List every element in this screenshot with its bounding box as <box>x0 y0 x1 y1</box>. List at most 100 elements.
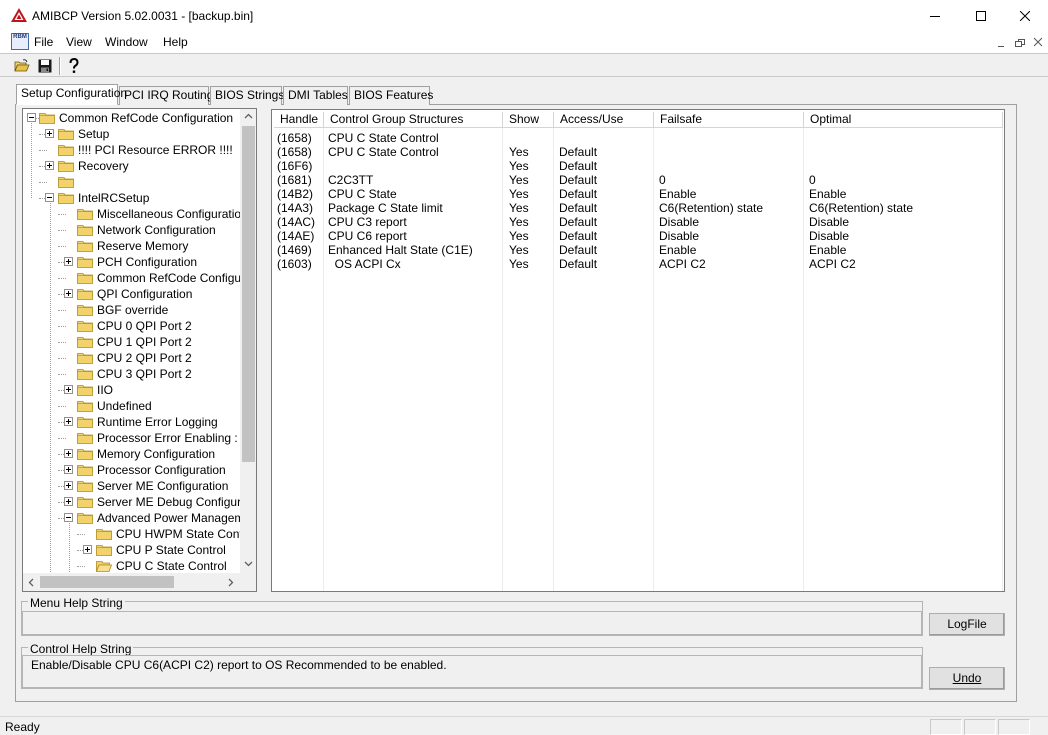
scroll-left-icon[interactable] <box>28 578 34 587</box>
setup-tree-view[interactable]: Common RefCode Configuration Setup !!!! PC… <box>22 108 257 592</box>
status-bar: Ready <box>0 716 1048 735</box>
tree-node[interactable]: Runtime Error Logging <box>23 414 241 430</box>
tree-node[interactable]: Common RefCode Configuration <box>23 110 241 126</box>
table-row[interactable]: (1658) CPU C State Control Yes Default <box>272 145 1004 159</box>
tree-node[interactable]: Setup <box>23 126 241 142</box>
tree-vertical-scroll-thumb[interactable] <box>242 126 255 462</box>
control-group-grid[interactable]: Handle Control Group Structures Show Access… <box>271 109 1005 592</box>
tree-node[interactable]: CPU 1 QPI Port 2 <box>23 334 241 350</box>
table-row[interactable]: (1603) OS ACPI Cx Yes Default ACPI C2 ACPI C… <box>272 257 1004 271</box>
tree-node[interactable]: Processor Error Enabling : <box>23 430 241 446</box>
tree-horizontal-scrollbar[interactable] <box>23 573 241 591</box>
tree-node[interactable]: Undefined <box>23 398 241 414</box>
tree-node[interactable]: Reserve Memory <box>23 238 241 254</box>
expand-icon[interactable] <box>64 481 73 490</box>
undo-button[interactable]: Undo <box>929 667 1005 690</box>
tree-node[interactable]: BGF override <box>23 302 241 318</box>
column-header-optimal[interactable]: Optimal <box>804 112 1003 128</box>
close-button[interactable] <box>1002 0 1048 31</box>
expand-icon[interactable] <box>64 385 73 394</box>
tree-node[interactable]: IntelRCSetup <box>23 190 241 206</box>
scroll-up-icon[interactable] <box>244 113 253 119</box>
expand-icon[interactable] <box>45 161 54 170</box>
tree-node[interactable]: CPU P State Control <box>23 542 241 558</box>
mdi-restore-icon[interactable] <box>1014 37 1026 49</box>
tree-horizontal-scroll-thumb[interactable] <box>40 576 174 588</box>
maximize-button[interactable] <box>958 0 1004 31</box>
menu-window[interactable]: Window <box>105 35 148 49</box>
column-header-show[interactable]: Show <box>503 112 554 128</box>
tree-node-label: Server ME Configuration <box>97 479 229 493</box>
table-row[interactable]: (14AE) CPU C6 report Yes Default Disable Disa… <box>272 229 1004 243</box>
logfile-button[interactable]: LogFile <box>929 613 1005 636</box>
tree-node[interactable]: Processor Configuration <box>23 462 241 478</box>
column-header-access-use[interactable]: Access/Use <box>554 112 654 128</box>
tree-node[interactable]: Miscellaneous Configuration <box>23 206 241 222</box>
open-button[interactable] <box>12 56 32 76</box>
tab-pci-irq-routing[interactable]: PCI IRQ Routing <box>119 86 213 105</box>
tree-node[interactable]: IIO <box>23 382 241 398</box>
expand-icon[interactable] <box>64 465 73 474</box>
tree-node[interactable]: CPU 3 QPI Port 2 <box>23 366 241 382</box>
document-icon[interactable]: RBM <box>11 33 29 50</box>
tree-node-label: Processor Configuration <box>97 463 226 477</box>
table-row[interactable]: (1469) Enhanced Halt State (C1E) Yes Defaul… <box>272 243 1004 257</box>
expand-icon[interactable] <box>64 289 73 298</box>
cell-access-use: Default <box>559 215 598 229</box>
table-row[interactable]: (1658) CPU C State Control <box>272 131 1004 145</box>
tree-node[interactable]: Memory Configuration <box>23 446 241 462</box>
table-row[interactable]: (14A3) Package C State limit Yes Default C6(… <box>272 201 1004 215</box>
open-folder-icon <box>14 59 30 72</box>
folder-icon <box>96 529 112 540</box>
expand-icon[interactable] <box>64 417 73 426</box>
tree-node[interactable]: CPU 2 QPI Port 2 <box>23 350 241 366</box>
tree-node[interactable]: CPU 0 QPI Port 2 <box>23 318 241 334</box>
collapse-icon[interactable] <box>45 193 54 202</box>
tab-bios-strings[interactable]: BIOS Strings <box>210 86 284 105</box>
tree-node[interactable]: !!!! PCI Resource ERROR !!!! <box>23 142 241 158</box>
save-button[interactable] <box>35 56 55 76</box>
minimize-button[interactable] <box>912 0 958 31</box>
tree-node[interactable]: Network Configuration <box>23 222 241 238</box>
tree-node[interactable]: Advanced Power Manageme <box>23 510 241 526</box>
table-row[interactable]: (1681) C2C3TT Yes Default 0 0 <box>272 173 1004 187</box>
table-row[interactable]: (16F6) Yes Default <box>272 159 1004 173</box>
scroll-right-icon[interactable] <box>228 578 234 587</box>
amibcp-app-icon[interactable] <box>11 8 27 22</box>
menu-view[interactable]: View <box>66 35 92 49</box>
expand-icon[interactable] <box>64 497 73 506</box>
tree-vertical-scrollbar[interactable] <box>240 109 256 573</box>
folder-icon <box>58 129 74 140</box>
expand-icon[interactable] <box>45 129 54 138</box>
menu-help[interactable]: Help <box>163 35 188 49</box>
tree-node[interactable]: Recovery <box>23 158 241 174</box>
tree-node[interactable]: PCH Configuration <box>23 254 241 270</box>
expand-icon[interactable] <box>64 449 73 458</box>
tab-dmi-tables[interactable]: DMI Tables <box>283 86 348 105</box>
tree-node[interactable]: Server ME Debug Configurati <box>23 494 241 510</box>
tree-node[interactable]: QPI Configuration <box>23 286 241 302</box>
tree-node[interactable]: CPU HWPM State Contro <box>23 526 241 542</box>
tree-node[interactable]: Server ME Configuration <box>23 478 241 494</box>
control-help-text: Enable/Disable CPU C6(ACPI C2) report to… <box>22 655 922 688</box>
tree-node[interactable]: Common RefCode Configurati <box>23 270 241 286</box>
menu-file[interactable]: File <box>34 35 53 49</box>
collapse-icon[interactable] <box>64 513 73 522</box>
scroll-down-icon[interactable] <box>244 561 253 567</box>
table-row[interactable]: (14B2) CPU C State Yes Default Enable Enable <box>272 187 1004 201</box>
tree-node[interactable]: CPU C State Control <box>23 558 241 573</box>
tree-node[interactable] <box>23 174 241 190</box>
tab-setup-configuration[interactable]: Setup Configuration <box>16 84 127 105</box>
expand-icon[interactable] <box>64 257 73 266</box>
table-row[interactable]: (14AC) CPU C3 report Yes Default Disable Disa… <box>272 215 1004 229</box>
column-header-failsafe[interactable]: Failsafe <box>654 112 804 128</box>
help-button[interactable] <box>64 56 84 76</box>
expand-icon[interactable] <box>83 545 92 554</box>
column-header-handle[interactable]: Handle <box>274 112 324 128</box>
cell-control-group-structures: Enhanced Halt State (C1E) <box>328 243 473 257</box>
collapse-icon[interactable] <box>27 113 36 122</box>
mdi-close-icon[interactable] <box>1032 36 1044 48</box>
tab-bios-features[interactable]: BIOS Features <box>349 86 433 105</box>
mdi-minimize-icon[interactable] <box>996 37 1008 49</box>
column-header-control-group-structures[interactable]: Control Group Structures <box>324 112 503 128</box>
